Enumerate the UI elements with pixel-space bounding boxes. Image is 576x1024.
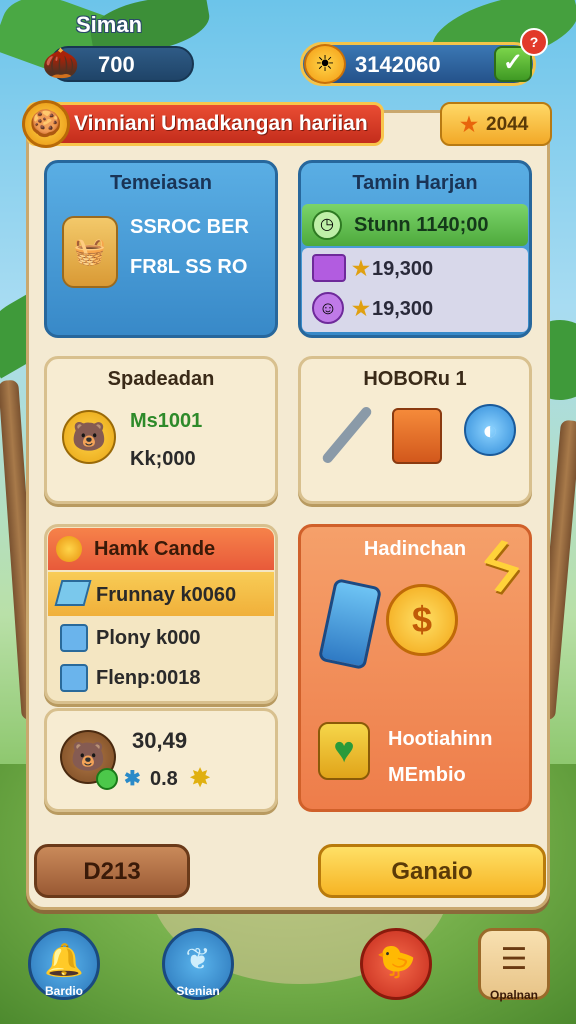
- daily-row1: Stunn 1140;00: [354, 214, 489, 236]
- sack-icon: 🧺: [62, 216, 118, 288]
- storage-line2: FR8L SS RO: [130, 256, 248, 278]
- clock-icon: ◷: [312, 210, 342, 240]
- storage-line1: SSROC BER: [130, 216, 249, 238]
- bear-pet-icon: 🐻: [62, 410, 116, 464]
- menu-icon: ☰: [500, 943, 528, 976]
- storage-title: Temeiasan: [110, 172, 212, 194]
- leaf-icon: ❦: [185, 943, 211, 976]
- star-value: 2044: [486, 114, 529, 135]
- market-row2: Plony k000: [96, 627, 201, 649]
- daily-title: Tamin Harjan: [352, 172, 478, 194]
- market-row3: Flenp:0018: [96, 667, 201, 689]
- smiley-token-icon: ☺: [312, 292, 344, 324]
- sparkle-icon: ✱: [124, 768, 141, 790]
- nav-pet-button[interactable]: 🐤: [360, 928, 432, 1000]
- daily-row3: 19,300: [372, 298, 434, 320]
- player-name: Siman: [76, 12, 143, 37]
- top-bar: Siman 🌰 700 ☀ 3142060 ✓ ?: [0, 0, 576, 100]
- pet-line2: Kk;000: [130, 448, 196, 470]
- tool-crate-icon: [392, 408, 442, 464]
- market-row1: Frunnay k0060: [96, 584, 237, 606]
- star-icon: ★: [352, 258, 370, 280]
- green-gem-icon: [96, 768, 118, 790]
- pet-line1: Ms1001: [130, 410, 203, 432]
- coin-amount: 3142060: [355, 52, 441, 77]
- market-title: Hamk Cande: [94, 538, 216, 560]
- coin-icon: [56, 536, 82, 562]
- chick-icon: 🐤: [376, 943, 416, 979]
- nav-label-2: Stenian: [176, 984, 220, 998]
- seed-heart-icon: ♥: [318, 722, 370, 780]
- seed-amount: 700: [98, 52, 135, 77]
- dollar-sun-icon: $: [386, 584, 458, 656]
- nav-label-1: Bardio: [44, 984, 83, 998]
- star-icon: ★: [352, 298, 370, 320]
- star-burst-icon: ✸: [190, 765, 211, 792]
- left-action-button[interactable]: D213: [34, 844, 190, 898]
- sun-coin-icon: ☀: [304, 44, 346, 84]
- cube-icon: [60, 624, 88, 652]
- cube-icon: [60, 664, 88, 692]
- offer-line1: Hootiahinn: [388, 728, 493, 750]
- cookie-icon: 🍪: [22, 100, 70, 148]
- bonus-value: 30,49: [132, 728, 188, 753]
- bonus-sub: 0.8: [150, 768, 178, 790]
- confirm-button[interactable]: Ganaio: [318, 844, 546, 898]
- star-icon: ★: [460, 114, 478, 136]
- offer-line2: MEmbio: [388, 764, 466, 786]
- nav-label-4: Opalnan: [489, 988, 538, 1002]
- tools-title: HOBORu 1: [363, 368, 467, 390]
- gift-box-icon: [312, 254, 346, 282]
- daily-row2: 19,300: [372, 258, 434, 280]
- bell-icon: 🔔: [44, 942, 84, 978]
- seed-bag-icon: 🌰: [42, 47, 80, 80]
- notification-badge[interactable]: ?: [520, 28, 548, 56]
- blue-orb-icon: ◐: [464, 404, 516, 456]
- banner-title: Vinniani Umadkangan hariian: [74, 112, 368, 135]
- pet-title: Spadeadan: [107, 368, 215, 390]
